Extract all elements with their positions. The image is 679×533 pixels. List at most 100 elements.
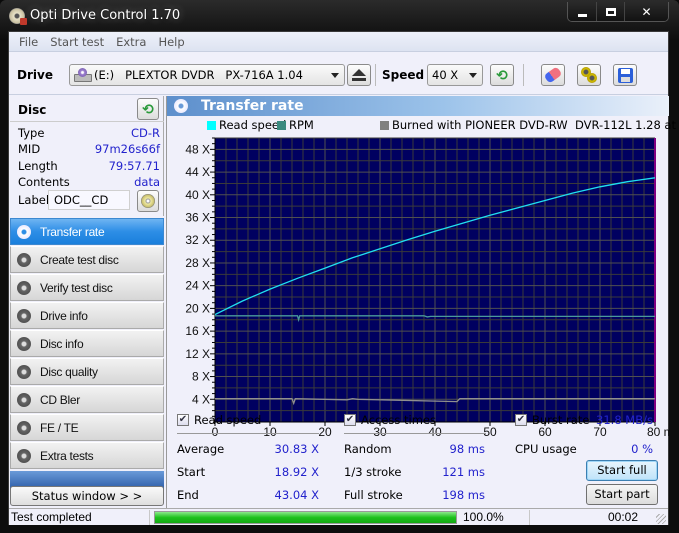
read-speed-label: Read speed [194,413,262,427]
nav-create-test-disc[interactable]: Create test disc [10,246,164,273]
stat-third-stroke-label: 1/3 stroke [344,465,402,479]
y-tick-label: 12 X [185,347,210,361]
disc-panel: Disc ⟲ Type CD-R MID 97m26s66f Length 79… [10,96,164,216]
stats-area: ✔ Read speed Average 30.83 X Start 18.92… [167,408,669,508]
nav-extra-tests[interactable]: Extra tests [10,442,164,469]
nav-item-label: Extra tests [40,448,94,463]
window-controls: ✕ [567,2,669,22]
status-window-button[interactable]: Status window > > [10,486,164,506]
nav-fe-te[interactable]: FE / TE [10,414,164,441]
start-full-button[interactable]: Start full [586,460,658,481]
burst-rate-label: Burst rate [532,413,590,427]
fe-te-icon [17,420,31,435]
maximize-icon [605,8,616,16]
toolbar-separator [375,64,376,86]
nav-item-label: Create test disc [40,252,119,267]
refresh-speeds-button[interactable]: ⟲ [490,64,514,86]
y-tick-label: 4 X [192,392,210,406]
stat-start-value: 18.92 X [274,465,319,479]
nav-verify-test-disc[interactable]: Verify test disc [10,274,164,301]
nav-item-label: FE / TE [40,420,79,435]
y-tick-label: 48 X [185,142,210,156]
disc-info-type: Type CD-R [18,126,160,142]
nav-cd-bler[interactable]: CD Bler [10,386,164,413]
disc-info-key: Contents [18,175,70,189]
erase-button[interactable] [541,64,565,86]
cd-bler-icon [17,392,31,407]
create-disc-icon [17,252,31,267]
disc-label-button[interactable] [137,190,159,212]
menu-bar: File Start test Extra Help [9,32,668,52]
drive-info-icon [17,308,31,323]
y-tick-label: 8 X [192,370,210,384]
minimize-button[interactable] [568,2,596,21]
disc-quality-icon [17,364,31,379]
refresh-icon: ⟲ [142,101,154,117]
disc-label-field[interactable]: ODC__CD [48,190,130,210]
read-speed-checkbox[interactable]: ✔ Read speed [177,413,261,427]
refresh-icon: ⟲ [496,67,508,83]
maximize-button[interactable] [596,2,624,21]
close-button[interactable]: ✕ [624,2,668,21]
elapsed-time: 00:02 [607,510,638,524]
disc-info-value: 79:57.71 [108,159,160,173]
app-window: Opti Drive Control 1.70 ✕ File Start tes… [0,0,679,533]
access-times-checkbox[interactable]: ✔ Access times [344,413,436,427]
stat-full-stroke-label: Full stroke [344,488,403,502]
stat-full-stroke-value: 198 ms [442,488,485,502]
nav-disc-info[interactable]: Disc info [10,330,164,357]
divider [177,433,319,434]
chevron-down-icon [469,73,477,78]
progress-fill [155,512,456,523]
nav-transfer-rate[interactable]: Transfer rate [10,218,164,245]
stat-end-label: End [177,488,199,502]
menu-file[interactable]: File [13,35,44,49]
y-tick-label: 16 X [185,324,210,338]
disc-refresh-button[interactable]: ⟲ [137,98,159,120]
transfer-rate-chart: 4 X 8 X 12 X 16 X 20 X 24 X 28 X 32 X 36 X 40 X 44… [185,137,669,439]
chevron-down-icon [331,73,339,78]
y-tick-label: 20 X [185,301,210,315]
disc-header: Disc ⟲ [10,96,164,122]
erase-icon [543,66,563,84]
disc-info-key: MID [18,142,41,156]
drive-select[interactable]: (E:) PLEXTOR DVDR PX-716A 1.04 [69,64,345,86]
y-tick-label: 40 X [185,188,210,202]
save-button[interactable] [613,64,637,86]
start-part-button[interactable]: Start part [586,484,658,505]
client-area: File Start test Extra Help Drive (E:) PL… [8,31,676,525]
verify-disc-icon [17,280,31,295]
y-tick-label: 32 X [185,233,210,247]
access-times-label: Access times [361,413,436,427]
speed-select[interactable]: 40 X [427,64,483,86]
eject-button[interactable] [347,64,371,86]
y-tick-label: 28 X [185,256,210,270]
resize-grip[interactable] [656,514,666,524]
sidebar: Disc ⟲ Type CD-R MID 97m26s66f Length 79… [9,96,165,508]
nav-item-label: Transfer rate [40,224,105,239]
stat-average-label: Average [177,442,225,456]
menu-start-test[interactable]: Start test [44,35,110,49]
disc-info-mid: MID 97m26s66f [18,142,160,158]
nav-drive-info[interactable]: Drive info [10,302,164,329]
disc-info-contents: Contents data [18,175,160,191]
settings-button[interactable] [577,64,601,86]
menu-help[interactable]: Help [152,35,190,49]
disc-info-value: CD-R [130,126,160,140]
menu-extra[interactable]: Extra [110,35,152,49]
status-text: Test completed [11,510,92,524]
disc-info-key: Type [18,126,45,140]
nav-item-label: Drive info [40,308,88,323]
nav-disc-quality[interactable]: Disc quality [10,358,164,385]
status-separator [149,510,150,525]
status-bar: Test completed 100.0% 00:02 [9,508,668,525]
burst-rate-checkbox[interactable]: ✔ Burst rate [515,413,589,427]
cpu-usage-value: 0 % [631,442,653,456]
status-separator [529,510,530,525]
cpu-usage-label: CPU usage [515,442,577,456]
toolbar: Drive (E:) PLEXTOR DVDR PX-716A 1.04 Spe… [9,53,668,95]
settings-icon [581,67,597,83]
title-bar: Opti Drive Control 1.70 ✕ [0,0,679,32]
burst-rate-value: 31.8 MB/s [596,413,653,427]
stat-average-value: 30.83 X [274,442,319,456]
